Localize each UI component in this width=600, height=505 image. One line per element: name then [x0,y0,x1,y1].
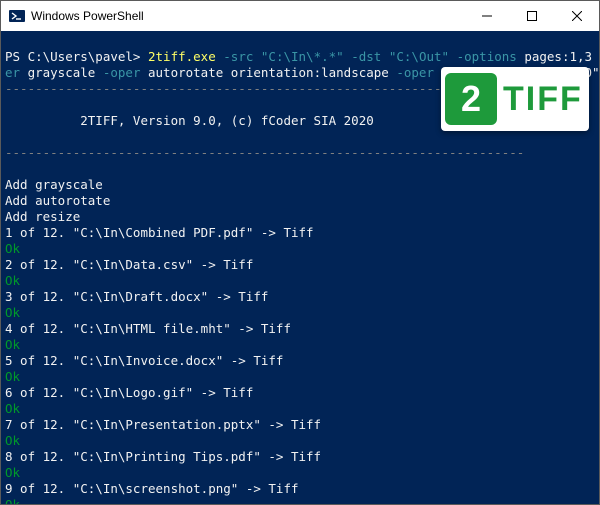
status-ok: Ok [5,337,20,352]
status-ok: Ok [5,497,20,504]
prompt-cwd: C:\Users\pavel> [28,49,141,64]
val-options: pages:1,3 [524,49,599,64]
val-dst: "C:\Out" [389,49,457,64]
status-ok: Ok [5,305,20,320]
banner: 2TIFF, Version 9.0, (c) fCoder SIA 2020 [5,113,374,128]
prompt-ps: PS [5,49,28,64]
file-line: 3 of 12. "C:\In\Draft.docx" -> Tiff [5,289,268,304]
powershell-window: Windows PowerShell PS C:\Users\pavel> 2t… [0,0,600,505]
flag-src: -src [223,49,261,64]
file-line: 1 of 12. "C:\In\Combined PDF.pdf" -> Tif… [5,225,314,240]
flag-er: er [5,65,28,80]
file-line: 6 of 12. "C:\In\Logo.gif" -> Tiff [5,385,253,400]
flag-dst: -dst [351,49,389,64]
flag-oper3: -oper [396,65,441,80]
prompt-exe: 2tiff.exe [140,49,223,64]
window-title: Windows PowerShell [31,9,464,23]
minimize-button[interactable] [464,1,509,31]
status-ok: Ok [5,401,20,416]
status-ok: Ok [5,465,20,480]
terminal[interactable]: PS C:\Users\pavel> 2tiff.exe -src "C:\In… [1,31,599,504]
file-line: 5 of 12. "C:\In\Invoice.docx" -> Tiff [5,353,283,368]
add-line: Add grayscale [5,177,103,192]
product-logo: 2 TIFF [441,67,589,131]
file-line: 2 of 12. "C:\In\Data.csv" -> Tiff [5,257,253,272]
add-line: Add resize [5,209,80,224]
maximize-button[interactable] [509,1,554,31]
file-line: 4 of 12. "C:\In\HTML file.mht" -> Tiff [5,321,291,336]
file-line: 8 of 12. "C:\In\Printing Tips.pdf" -> Ti… [5,449,321,464]
logo-square: 2 [445,73,497,125]
status-ok: Ok [5,273,20,288]
file-line: 7 of 12. "C:\In\Presentation.pptx" -> Ti… [5,417,321,432]
add-line: Add autorotate [5,193,110,208]
powershell-icon [9,8,25,24]
status-ok: Ok [5,433,20,448]
file-line: 9 of 12. "C:\In\screenshot.png" -> Tiff [5,481,299,496]
flag-oper2: -oper [103,65,148,80]
status-ok: Ok [5,369,20,384]
titlebar[interactable]: Windows PowerShell [1,1,599,31]
val-op2: autorotate orientation:landscape [148,65,396,80]
close-button[interactable] [554,1,599,31]
val-op1: grayscale [28,65,103,80]
flag-options: -options [457,49,525,64]
logo-word: TIFF [503,91,583,107]
dashes-bot: ----------------------------------------… [5,145,524,160]
status-ok: Ok [5,241,20,256]
val-src: "C:\In\*.*" [261,49,351,64]
